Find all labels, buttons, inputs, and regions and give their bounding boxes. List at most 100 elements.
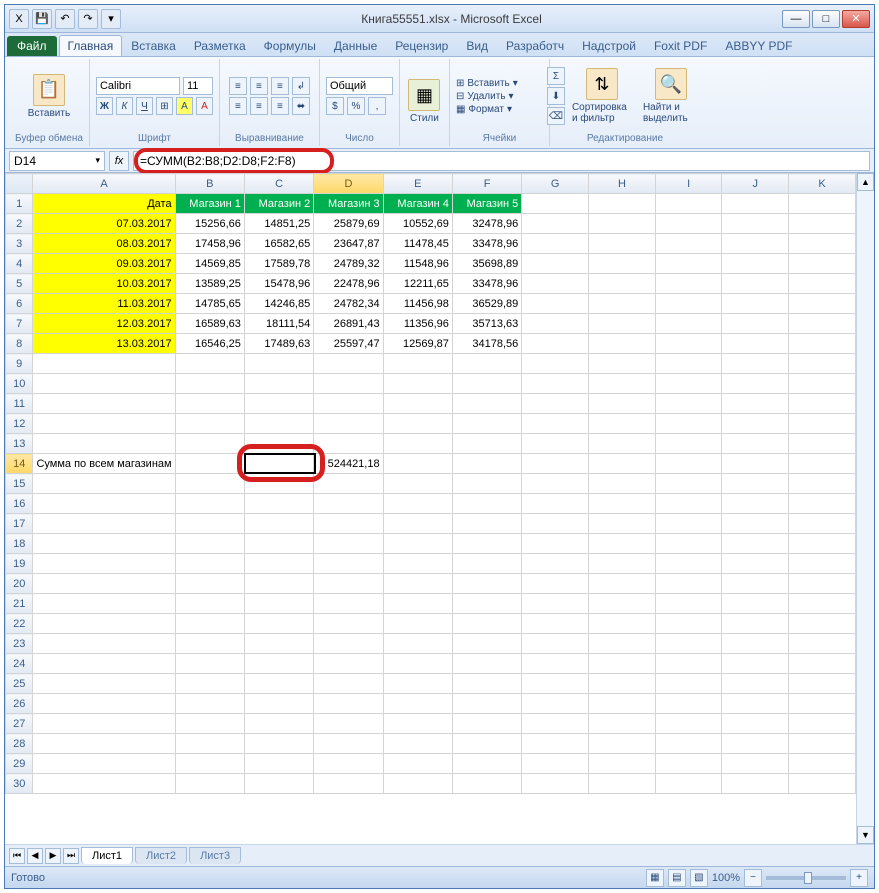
cell[interactable] <box>33 394 175 414</box>
cell[interactable]: 16546,25 <box>175 334 244 354</box>
cell[interactable] <box>522 354 589 374</box>
cell[interactable] <box>383 614 452 634</box>
cell[interactable] <box>655 554 722 574</box>
cell[interactable]: 36529,89 <box>452 294 521 314</box>
cell[interactable] <box>522 614 589 634</box>
cell[interactable]: 524421,18 <box>314 454 383 474</box>
cell[interactable] <box>722 454 789 474</box>
cell[interactable]: 25879,69 <box>314 214 383 234</box>
cell[interactable] <box>722 654 789 674</box>
cell[interactable] <box>589 314 656 334</box>
cell[interactable] <box>314 494 383 514</box>
cell[interactable] <box>722 534 789 554</box>
cell[interactable] <box>789 314 856 334</box>
bold-button[interactable]: Ж <box>96 97 113 115</box>
cell[interactable] <box>175 574 244 594</box>
cell[interactable]: 07.03.2017 <box>33 214 175 234</box>
cell[interactable] <box>789 714 856 734</box>
row-header[interactable]: 16 <box>6 494 33 514</box>
cell[interactable] <box>655 434 722 454</box>
formula-input[interactable]: =СУММ(B2:B8;D2:D8;F2:F8) <box>133 151 870 171</box>
cell[interactable] <box>522 734 589 754</box>
cell[interactable] <box>655 674 722 694</box>
cell[interactable]: 15256,66 <box>175 214 244 234</box>
cell[interactable]: 11456,98 <box>383 294 452 314</box>
cell[interactable] <box>383 654 452 674</box>
col-header[interactable]: K <box>789 174 856 194</box>
cell[interactable] <box>175 374 244 394</box>
font-name-combo[interactable]: Calibri <box>96 77 180 95</box>
cell[interactable] <box>722 294 789 314</box>
cell[interactable] <box>452 494 521 514</box>
cell[interactable] <box>244 754 313 774</box>
cell[interactable] <box>522 394 589 414</box>
cell[interactable] <box>33 494 175 514</box>
cell[interactable] <box>589 194 656 214</box>
cell[interactable] <box>175 634 244 654</box>
cell[interactable] <box>33 634 175 654</box>
cell[interactable]: 11478,45 <box>383 234 452 254</box>
cell[interactable] <box>175 654 244 674</box>
cell[interactable] <box>722 354 789 374</box>
cell[interactable]: Магазин 5 <box>452 194 521 214</box>
undo-icon[interactable]: ↶ <box>55 9 75 29</box>
cell[interactable] <box>589 454 656 474</box>
cell[interactable] <box>655 734 722 754</box>
cell[interactable] <box>452 734 521 754</box>
cell[interactable] <box>655 714 722 734</box>
cell[interactable] <box>383 754 452 774</box>
cell[interactable] <box>589 234 656 254</box>
cell[interactable] <box>383 694 452 714</box>
tab-developer[interactable]: Разработч <box>497 35 573 56</box>
delete-cells-button[interactable]: ⊟ Удалить ▾ <box>456 91 543 102</box>
cell[interactable] <box>789 214 856 234</box>
cell[interactable] <box>244 514 313 534</box>
cell[interactable] <box>655 314 722 334</box>
cell[interactable] <box>244 574 313 594</box>
tab-insert[interactable]: Вставка <box>122 35 185 56</box>
sheet-tab-active[interactable]: Лист1 <box>81 847 133 864</box>
cell[interactable] <box>522 754 589 774</box>
cell[interactable] <box>789 414 856 434</box>
cell[interactable] <box>244 554 313 574</box>
zoom-thumb[interactable] <box>804 872 812 884</box>
cell[interactable] <box>589 474 656 494</box>
cell[interactable] <box>655 514 722 534</box>
cell[interactable] <box>452 654 521 674</box>
cell[interactable] <box>722 394 789 414</box>
cell[interactable] <box>589 514 656 534</box>
cell[interactable] <box>789 754 856 774</box>
scroll-up-icon[interactable]: ▲ <box>857 173 874 191</box>
cell[interactable] <box>789 294 856 314</box>
cell[interactable] <box>244 774 313 794</box>
cell[interactable] <box>452 634 521 654</box>
cell[interactable] <box>722 274 789 294</box>
cell[interactable] <box>722 374 789 394</box>
cell[interactable]: 12.03.2017 <box>33 314 175 334</box>
cell[interactable]: 11548,96 <box>383 254 452 274</box>
cell[interactable]: 11.03.2017 <box>33 294 175 314</box>
autosum-icon[interactable]: Σ <box>547 67 565 85</box>
cell[interactable] <box>383 634 452 654</box>
cell[interactable] <box>789 774 856 794</box>
cell[interactable] <box>244 474 313 494</box>
cell[interactable] <box>589 774 656 794</box>
underline-button[interactable]: Ч <box>136 97 153 115</box>
cell[interactable] <box>175 494 244 514</box>
cell[interactable]: 14851,25 <box>244 214 313 234</box>
styles-button[interactable]: ▦ Стили <box>404 77 444 126</box>
cell[interactable] <box>789 274 856 294</box>
cell[interactable] <box>175 554 244 574</box>
cell[interactable] <box>655 574 722 594</box>
cell[interactable] <box>452 674 521 694</box>
cell[interactable] <box>314 734 383 754</box>
cell[interactable]: 09.03.2017 <box>33 254 175 274</box>
cell[interactable] <box>722 214 789 234</box>
sheet-tab[interactable]: Лист2 <box>135 847 187 864</box>
sort-filter-button[interactable]: ⇅Сортировка и фильтр <box>568 66 636 126</box>
cell[interactable] <box>33 694 175 714</box>
cell[interactable] <box>522 554 589 574</box>
cell[interactable]: 13.03.2017 <box>33 334 175 354</box>
tab-nav-prev[interactable]: ◀ <box>27 848 43 864</box>
tab-foxit[interactable]: Foxit PDF <box>645 35 716 56</box>
